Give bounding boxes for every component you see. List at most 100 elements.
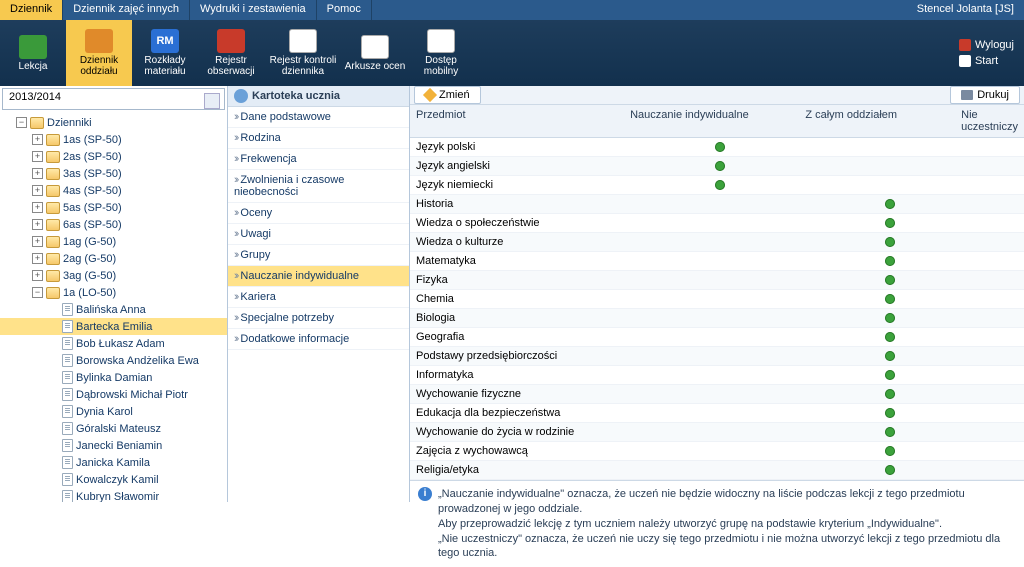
tree-root[interactable]: −Dzienniki — [0, 114, 227, 131]
cell-individual — [630, 366, 810, 384]
nav-item[interactable]: Specjalne potrzeby — [228, 308, 409, 329]
folder-icon — [46, 236, 60, 248]
nav-item[interactable]: Frekwencja — [228, 149, 409, 170]
print-button[interactable]: Drukuj — [950, 86, 1020, 104]
expand-icon[interactable]: + — [32, 219, 43, 230]
expand-icon[interactable]: + — [32, 168, 43, 179]
tree-folder[interactable]: +6as (SP-50) — [0, 216, 227, 233]
table-row[interactable]: Język polski — [410, 138, 1024, 157]
edit-button[interactable]: Zmień — [414, 86, 481, 104]
subject-name: Język niemiecki — [410, 176, 630, 194]
tree-student[interactable]: Kowalczyk Kamil — [0, 471, 227, 488]
ribbon-arkusze[interactable]: Arkusze ocen — [342, 20, 408, 86]
tree-student[interactable]: Bartecka Emilia — [0, 318, 227, 335]
tree-student[interactable]: Kubryn Sławomir — [0, 488, 227, 502]
nav-item[interactable]: Rodzina — [228, 128, 409, 149]
blackboard-icon — [19, 35, 47, 59]
nav-item[interactable]: Dane podstawowe — [228, 107, 409, 128]
tree-student[interactable]: Góralski Mateusz — [0, 420, 227, 437]
nav-item[interactable]: Uwagi — [228, 224, 409, 245]
ribbon-rozklady[interactable]: RM Rozkłady materiału — [132, 20, 198, 86]
file-icon — [62, 388, 73, 401]
table-row[interactable]: Chemia — [410, 290, 1024, 309]
ribbon-dziennik-oddzialu[interactable]: Dziennik oddziału — [66, 20, 132, 86]
expand-icon[interactable]: + — [32, 185, 43, 196]
table-row[interactable]: Edukacja dla bezpieczeństwa — [410, 404, 1024, 423]
file-icon — [62, 371, 73, 384]
tree-folder[interactable]: +2as (SP-50) — [0, 148, 227, 165]
folder-icon — [46, 202, 60, 214]
table-row[interactable]: Matematyka — [410, 252, 1024, 271]
table-row[interactable]: Fizyka — [410, 271, 1024, 290]
ribbon-rejestr-kontroli[interactable]: Rejestr kontroli dziennika — [264, 20, 342, 86]
table-row[interactable]: Podstawy przedsiębiorczości — [410, 347, 1024, 366]
table-row[interactable]: Geografia — [410, 328, 1024, 347]
tree-folder[interactable]: +1as (SP-50) — [0, 131, 227, 148]
col-subject[interactable]: Przedmiot — [410, 105, 624, 137]
collapse-icon[interactable]: − — [32, 287, 43, 298]
table-row[interactable]: Informatyka — [410, 366, 1024, 385]
tree-student[interactable]: Janecki Beniamin — [0, 437, 227, 454]
tree-folder[interactable]: +4as (SP-50) — [0, 182, 227, 199]
year-value: 2013/2014 — [9, 91, 61, 103]
tree-folder[interactable]: −1a (LO-50) — [0, 284, 227, 301]
class-tree[interactable]: −Dzienniki+1as (SP-50)+2as (SP-50)+3as (… — [0, 112, 227, 502]
table-row[interactable]: Wychowanie do życia w rodzinie — [410, 423, 1024, 442]
nav-item[interactable]: Grupy — [228, 245, 409, 266]
check-dot-icon — [885, 218, 895, 228]
tree-student[interactable]: Bob Łukasz Adam — [0, 335, 227, 352]
start-link[interactable]: Start — [959, 55, 1014, 67]
tree-student[interactable]: Dynia Karol — [0, 403, 227, 420]
table-row[interactable]: Zajęcia z wychowawcą — [410, 442, 1024, 461]
table-row[interactable]: Wiedza o kulturze — [410, 233, 1024, 252]
col-individual[interactable]: Nauczanie indywidualne — [624, 105, 799, 137]
nav-item[interactable]: Kariera — [228, 287, 409, 308]
table-row[interactable]: Biologia — [410, 309, 1024, 328]
expand-icon[interactable]: + — [32, 236, 43, 247]
tree-student[interactable]: Janicka Kamila — [0, 454, 227, 471]
tab-pomoc[interactable]: Pomoc — [317, 0, 372, 20]
file-icon — [62, 439, 73, 452]
table-row[interactable]: Historia — [410, 195, 1024, 214]
col-not-participating[interactable]: Nie uczestniczy — [955, 105, 1024, 137]
tree-folder[interactable]: +3ag (G-50) — [0, 267, 227, 284]
year-select[interactable]: 2013/2014 — [2, 88, 225, 110]
subject-name: Informatyka — [410, 366, 630, 384]
expand-icon[interactable]: + — [32, 134, 43, 145]
tree-student[interactable]: Bylinka Damian — [0, 369, 227, 386]
collapse-icon[interactable]: − — [16, 117, 27, 128]
tab-wydruki[interactable]: Wydruki i zestawienia — [190, 0, 317, 20]
table-row[interactable]: Język niemiecki — [410, 176, 1024, 195]
nav-item[interactable]: Nauczanie indywidualne — [228, 266, 409, 287]
tree-student[interactable]: Balińska Anna — [0, 301, 227, 318]
tree-student[interactable]: Borowska Andżelika Ewa — [0, 352, 227, 369]
ribbon-rejestr-obserwacji[interactable]: Rejestr obserwacji — [198, 20, 264, 86]
cell-individual — [630, 214, 810, 232]
nav-item[interactable]: Zwolnienia i czasowe nieobecności — [228, 170, 409, 203]
table-row[interactable]: Język angielski — [410, 157, 1024, 176]
table-row[interactable]: Wychowanie fizyczne — [410, 385, 1024, 404]
tab-dziennik-zajec[interactable]: Dziennik zajęć innych — [63, 0, 190, 20]
cell-individual — [630, 347, 810, 365]
nav-item[interactable]: Oceny — [228, 203, 409, 224]
tree-folder[interactable]: +1ag (G-50) — [0, 233, 227, 250]
subject-name: Edukacja dla bezpieczeństwa — [410, 404, 630, 422]
logout-link[interactable]: Wyloguj — [959, 39, 1014, 51]
expand-icon[interactable]: + — [32, 202, 43, 213]
nav-item[interactable]: Dodatkowe informacje — [228, 329, 409, 350]
table-row[interactable]: Wiedza o społeczeństwie — [410, 214, 1024, 233]
expand-icon[interactable]: + — [32, 270, 43, 281]
ribbon-lekcja[interactable]: Lekcja — [0, 20, 66, 86]
expand-icon[interactable]: + — [32, 253, 43, 264]
printer-icon — [961, 90, 973, 100]
ribbon-dostep-mobilny[interactable]: Dostęp mobilny — [408, 20, 474, 86]
tree-folder[interactable]: +2ag (G-50) — [0, 250, 227, 267]
tree-folder[interactable]: +5as (SP-50) — [0, 199, 227, 216]
tab-dziennik[interactable]: Dziennik — [0, 0, 63, 20]
expand-icon[interactable]: + — [32, 151, 43, 162]
col-whole-class[interactable]: Z całym oddziałem — [799, 105, 955, 137]
tree-student[interactable]: Dąbrowski Michał Piotr — [0, 386, 227, 403]
cell-not-participating — [970, 404, 1024, 422]
table-row[interactable]: Religia/etyka — [410, 461, 1024, 480]
tree-folder[interactable]: +3as (SP-50) — [0, 165, 227, 182]
